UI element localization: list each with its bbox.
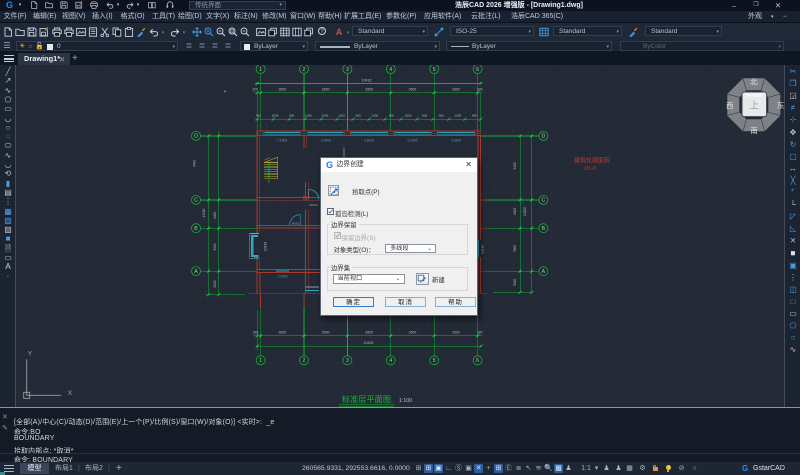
svg-text:下: 下 [267,180,270,184]
svg-text:4: 4 [389,358,392,364]
svg-text:320: 320 [253,331,259,335]
svg-text:320: 320 [477,331,483,335]
svg-text:3900: 3900 [513,245,517,252]
svg-text:南: 南 [750,125,758,135]
svg-text:A: A [542,269,546,275]
svg-text:320: 320 [477,88,483,92]
svg-text:10432: 10432 [364,341,374,345]
svg-text:C1806: C1806 [278,275,288,279]
svg-text:900: 900 [356,113,361,117]
svg-text:2910: 2910 [213,280,217,287]
svg-text:2600: 2600 [409,331,417,335]
svg-text:C2145: C2145 [263,242,267,252]
svg-text:1: 1 [259,358,262,364]
svg-text:13400: 13400 [523,207,527,216]
svg-text:2600: 2600 [452,331,460,335]
svg-text:1004: 1004 [272,113,279,117]
svg-text:2600: 2600 [279,88,287,92]
svg-text:900: 900 [472,113,477,117]
svg-text:C1806: C1806 [277,139,287,143]
svg-text:2600: 2600 [365,88,373,92]
svg-text:X: X [68,390,73,397]
svg-text:C2136: C2136 [480,245,484,254]
svg-text:3900: 3900 [213,243,217,250]
svg-text:C1806: C1806 [321,139,331,143]
svg-text:北: 北 [750,78,758,87]
svg-text:2600: 2600 [452,88,460,92]
svg-text:2: 2 [303,67,306,73]
svg-text:3: 3 [346,358,349,364]
svg-text:900: 900 [389,113,394,117]
svg-text:900: 900 [289,113,294,117]
svg-text:C1806: C1806 [408,139,418,143]
svg-text:1000: 1000 [322,113,329,117]
svg-text:1000: 1000 [455,113,462,117]
svg-text:C1806: C1806 [364,139,374,143]
svg-text:1200: 1200 [338,113,345,117]
svg-text:C1806: C1806 [451,139,461,143]
svg-text:D: D [194,134,198,140]
svg-text:10432: 10432 [362,78,372,82]
svg-text:2400: 2400 [513,208,517,215]
svg-text:5400: 5400 [193,160,197,167]
svg-text:3: 3 [346,67,349,73]
svg-text:C: C [194,198,198,204]
svg-text:6: 6 [476,358,479,364]
svg-text:900: 900 [422,113,427,117]
svg-text:3910: 3910 [513,279,517,286]
svg-text:Y: Y [28,351,33,358]
svg-text:M0921: M0921 [309,203,319,207]
svg-text:东: 东 [777,100,784,110]
svg-text:2: 2 [303,358,306,364]
svg-text:A: A [194,269,198,275]
svg-text:西: 西 [726,101,734,110]
svg-text:标准层平面图: 标准层平面图 [342,394,391,404]
svg-text:2600: 2600 [365,331,373,335]
svg-text:6: 6 [476,67,479,73]
svg-text:1200: 1200 [305,113,312,117]
svg-text:226.46: 226.46 [584,165,597,170]
svg-text:900: 900 [256,113,261,117]
svg-text:1200: 1200 [371,113,378,117]
svg-text:D: D [542,134,546,140]
svg-text:1000: 1000 [405,113,412,117]
svg-text:2600: 2600 [279,331,287,335]
svg-text:320: 320 [252,88,258,92]
svg-text:2600: 2600 [409,88,417,92]
svg-text:2600: 2600 [322,331,330,335]
svg-text:B: B [542,226,546,232]
svg-text:5400: 5400 [513,162,517,169]
svg-text:900: 900 [439,113,444,117]
svg-text:建筑轮廓面积: 建筑轮廓面积 [574,157,610,165]
svg-text:5: 5 [433,67,436,73]
svg-text:13400: 13400 [202,208,206,217]
svg-text:1: 1 [259,67,262,73]
svg-text:1:100: 1:100 [399,398,412,404]
svg-text:B: B [194,226,198,232]
svg-text:M0921: M0921 [292,221,302,225]
svg-text:上: 上 [749,101,759,112]
svg-text:C: C [542,198,546,204]
svg-text:2400: 2400 [213,212,217,219]
svg-text:5: 5 [433,358,436,364]
svg-text:4: 4 [389,67,392,73]
svg-text:2600: 2600 [322,88,330,92]
